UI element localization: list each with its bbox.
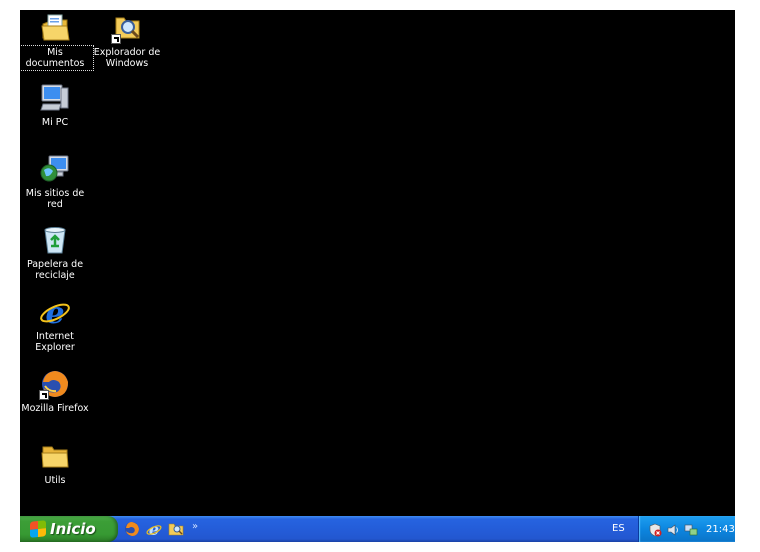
desktop-icon-firefox[interactable]: Mozilla Firefox xyxy=(20,368,93,415)
taskbar: Inicio e » ES 21:43 xyxy=(20,516,735,542)
quicklaunch-chevron[interactable]: » xyxy=(192,521,198,532)
desktop-icon-recycle-bin[interactable]: Papelera de reciclaje xyxy=(20,224,93,282)
firefox-icon xyxy=(39,368,71,400)
network-icon[interactable] xyxy=(684,522,698,536)
shortcut-arrow-icon xyxy=(111,34,121,44)
quick-launch: e » xyxy=(124,520,198,539)
desktop-icon-label: Mi PC xyxy=(41,117,69,128)
quicklaunch-firefox-icon[interactable] xyxy=(124,521,140,537)
desktop-icon-my-documents[interactable]: Mis documentos xyxy=(20,12,94,71)
windows-explorer-icon xyxy=(111,12,143,44)
system-tray: 21:43 xyxy=(638,516,735,542)
desktop-icon-label: Internet Explorer xyxy=(35,331,75,353)
network-places-icon xyxy=(39,153,71,185)
desktop[interactable]: Mis documentos Explorador de Windows Mi … xyxy=(20,10,735,516)
quicklaunch-internet-explorer-icon[interactable]: e xyxy=(146,520,162,539)
quicklaunch-windows-explorer-icon[interactable] xyxy=(168,521,184,537)
recycle-bin-icon xyxy=(39,224,71,256)
desktop-icon-label: Mis documentos xyxy=(20,45,94,71)
clock[interactable]: 21:43 xyxy=(706,524,735,535)
shortcut-arrow-icon xyxy=(39,390,49,400)
desktop-icon-utils[interactable]: Utils xyxy=(20,440,93,487)
desktop-icon-windows-explorer[interactable]: Explorador de Windows xyxy=(89,12,165,70)
desktop-icon-internet-explorer[interactable]: e Internet Explorer xyxy=(20,296,93,354)
desktop-icon-label: Mis sitios de red xyxy=(25,188,85,210)
speaker-icon[interactable] xyxy=(666,522,680,536)
desktop-icon-label: Mozilla Firefox xyxy=(21,403,89,414)
desktop-icon-label: Utils xyxy=(44,475,66,486)
language-indicator[interactable]: ES xyxy=(612,523,625,534)
my-computer-icon xyxy=(39,82,71,114)
desktop-icon-my-computer[interactable]: Mi PC xyxy=(20,82,93,129)
security-alert-icon[interactable] xyxy=(648,522,662,537)
desktop-icon-label: Papelera de reciclaje xyxy=(26,259,84,281)
folder-icon xyxy=(39,440,71,472)
desktop-icon-network-places[interactable]: Mis sitios de red xyxy=(20,153,93,211)
screen: Mis documentos Explorador de Windows Mi … xyxy=(20,10,735,542)
start-label: Inicio xyxy=(50,520,96,538)
desktop-icon-label: Explorador de Windows xyxy=(93,47,161,69)
my-documents-icon xyxy=(39,12,71,44)
internet-explorer-icon: e xyxy=(39,296,71,331)
start-button[interactable]: Inicio xyxy=(20,516,118,542)
windows-flag-icon xyxy=(30,520,46,538)
svg-text:e: e xyxy=(45,296,64,328)
